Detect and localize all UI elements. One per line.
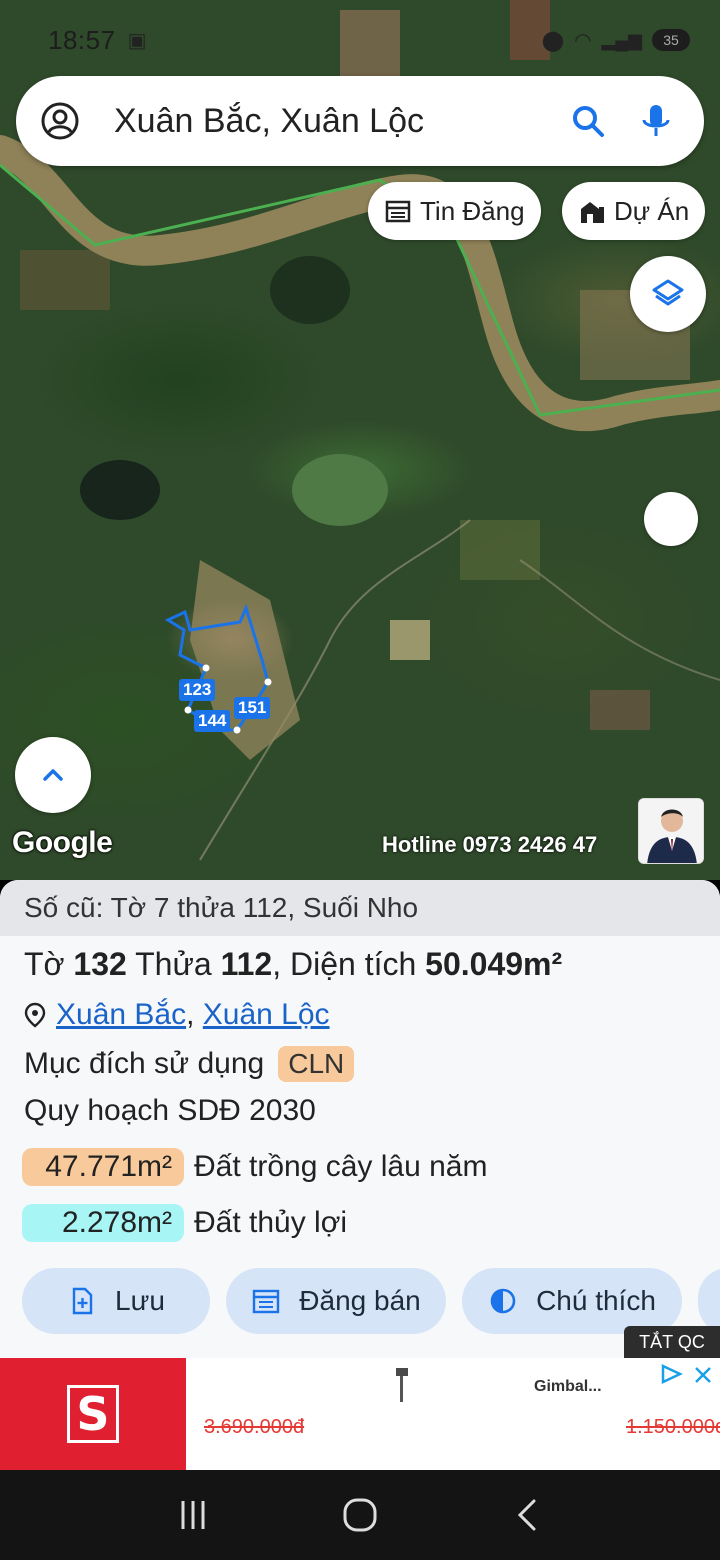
building-icon — [581, 202, 604, 223]
location-separator: , — [186, 998, 195, 1031]
parcel-info-sheet[interactable]: Số cũ: Tờ 7 thửa 112, Suối Nho Tờ 132 Th… — [0, 880, 720, 1358]
area-label: , Diện tích — [272, 946, 417, 982]
google-logo: Google — [12, 826, 113, 859]
adchoices-icon[interactable] — [660, 1364, 684, 1384]
plot-label[interactable]: 151 — [234, 697, 271, 719]
parcel-area: 50.049m² — [425, 946, 563, 982]
search-bar[interactable]: Xuân Bắc, Xuân Lộc — [16, 76, 704, 166]
advertiser-logo-letter: S — [67, 1385, 119, 1443]
chevron-up-icon — [43, 769, 63, 781]
post-label: Đăng bán — [299, 1285, 421, 1316]
search-icon[interactable] — [568, 101, 608, 141]
back-button[interactable] — [497, 1485, 557, 1545]
system-navigation-bar — [0, 1470, 720, 1560]
recent-apps-button[interactable] — [163, 1485, 223, 1545]
save-label: Lưu — [115, 1285, 165, 1316]
signal-status-icon: ▂▄▆ — [601, 29, 642, 50]
tin-dang-label: Tin Đăng — [420, 195, 525, 226]
home-button[interactable] — [330, 1485, 390, 1545]
status-time: 18:57 — [48, 24, 116, 55]
listing-icon — [385, 200, 411, 223]
contrast-icon — [490, 1288, 516, 1314]
account-icon[interactable] — [40, 101, 80, 141]
agent-photo — [639, 799, 703, 863]
more-actions-button[interactable] — [698, 1268, 720, 1334]
ad-price-right: 1.150.000đ — [626, 1416, 720, 1438]
ad-product-name[interactable]: Gimbal... — [534, 1378, 602, 1396]
close-ad-button[interactable]: TẮT QC — [624, 1326, 720, 1358]
microphone-icon[interactable] — [636, 101, 676, 141]
map-view[interactable]: 18:57 ▣ ⬤ ◠ ▂▄▆ 35 Xuân Bắc, Xuân Lộc Ti… — [0, 0, 720, 880]
sheet-number: 132 — [73, 946, 127, 982]
district-link[interactable]: Xuân Lộc — [203, 998, 330, 1031]
old-parcel-info: Số cũ: Tờ 7 thửa 112, Suối Nho — [0, 880, 720, 936]
ad-price-left: 3.690.000đ — [204, 1416, 305, 1438]
listing-icon — [253, 1289, 280, 1314]
ad-banner[interactable]: S 3.690.000đ Gimbal... 1.150.000đ — [0, 1358, 720, 1470]
post-for-sale-button[interactable]: Đăng bán — [226, 1268, 446, 1334]
save-button[interactable]: Lưu — [22, 1268, 210, 1334]
plot-label[interactable]: 123 — [179, 679, 216, 701]
advertiser-logo[interactable]: S — [0, 1358, 186, 1470]
add-document-icon — [72, 1287, 93, 1315]
hotline-text[interactable]: Hotline 0973 2426 47 — [382, 832, 597, 858]
recent-apps-icon — [181, 1501, 205, 1529]
parcel-title: Tờ 132 Thửa 112, Diện tích 50.049m² — [24, 946, 562, 983]
search-input[interactable]: Xuân Bắc, Xuân Lộc — [114, 102, 568, 141]
opacity-slider-handle[interactable] — [644, 492, 698, 546]
screenshot-icon: ▣ — [127, 29, 147, 52]
expand-sheet-button[interactable] — [15, 737, 91, 813]
location-status-icon: ⬤ — [541, 29, 565, 52]
parcel-location: Xuân Bắc, Xuân Lộc — [24, 998, 330, 1032]
parcel-number: 112 — [220, 946, 273, 982]
commune-link[interactable]: Xuân Bắc — [56, 998, 186, 1031]
parcel-label: Thửa — [135, 946, 212, 982]
purpose-code-badge: CLN — [278, 1046, 355, 1082]
sheet-label: Tờ — [24, 946, 65, 982]
location-pin-icon — [24, 1002, 46, 1028]
back-icon — [517, 1499, 536, 1531]
legend-button[interactable]: Chú thích — [462, 1268, 682, 1334]
plot-label[interactable]: 144 — [194, 710, 231, 732]
land-use-area: 2.278m² — [22, 1204, 184, 1242]
close-icon[interactable] — [694, 1366, 712, 1384]
layers-button[interactable] — [630, 256, 706, 332]
battery-icon: 35 — [652, 29, 690, 51]
land-use-row: 2.278m² Đất thủy lợi — [22, 1204, 347, 1242]
du-an-label: Dự Án — [614, 195, 690, 226]
planning-label: Quy hoạch SDĐ 2030 — [24, 1094, 316, 1127]
land-use-label: Đất trồng cây lâu năm — [194, 1150, 488, 1183]
land-use-label: Đất thủy lợi — [194, 1206, 348, 1239]
status-bar: 18:57 ▣ ⬤ ◠ ▂▄▆ 35 — [48, 22, 690, 58]
du-an-chip[interactable]: Dự Án — [562, 182, 706, 240]
land-purpose: Mục đích sử dụng CLN — [24, 1046, 355, 1082]
tin-dang-chip[interactable]: Tin Đăng — [368, 182, 541, 240]
wifi-status-icon: ◠ — [574, 29, 592, 52]
home-icon — [343, 1498, 377, 1532]
legend-label: Chú thích — [536, 1285, 656, 1316]
purpose-label: Mục đích sử dụng — [24, 1047, 265, 1080]
land-use-area: 47.771m² — [22, 1148, 184, 1186]
product-thumbnail[interactable] — [390, 1368, 412, 1404]
action-buttons: Lưu Đăng bán Chú thích — [22, 1268, 720, 1334]
layers-icon — [652, 279, 684, 306]
agent-avatar[interactable] — [638, 798, 704, 864]
land-use-row: 47.771m² Đất trồng cây lâu năm — [22, 1148, 487, 1186]
